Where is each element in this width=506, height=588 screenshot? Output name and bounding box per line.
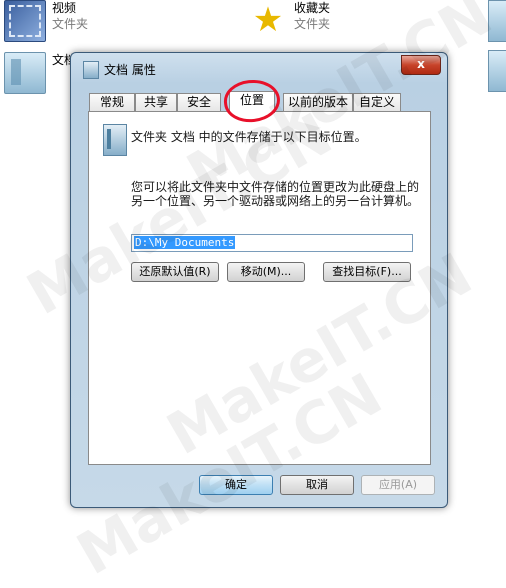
folder-icon	[83, 61, 99, 79]
title-bar[interactable]: 文档 属性 x	[71, 53, 447, 83]
tab-general[interactable]: 常规	[89, 93, 135, 111]
explorer-item-documents[interactable]: 文档	[4, 52, 76, 94]
item-type: 文件夹	[294, 17, 331, 31]
item-type: 文件夹	[52, 17, 89, 31]
tab-security[interactable]: 安全	[177, 93, 221, 111]
ok-button[interactable]: 确定	[199, 475, 273, 495]
find-target-button[interactable]: 查找目标(F)...	[323, 262, 411, 282]
apply-button[interactable]: 应用(A)	[361, 475, 435, 495]
documents-folder-icon	[4, 52, 46, 94]
item-name: 视频	[52, 1, 77, 15]
close-button[interactable]: x	[401, 55, 441, 75]
explorer-item-videos[interactable]: 视频 文件夹	[4, 0, 88, 42]
tab-sharing[interactable]: 共享	[135, 93, 177, 111]
folder-icon	[488, 0, 506, 42]
tab-customize[interactable]: 自定义	[353, 93, 401, 111]
path-input[interactable]: D:\My Documents	[131, 234, 413, 252]
star-folder-icon: ★	[252, 0, 284, 40]
cancel-button[interactable]: 取消	[280, 475, 354, 495]
folder-icon	[103, 124, 127, 156]
tab-previous-versions[interactable]: 以前的版本	[283, 93, 353, 111]
move-button[interactable]: 移动(M)...	[227, 262, 305, 282]
path-value: D:\My Documents	[134, 236, 236, 249]
location-panel: 文件夹 文档 中的文件存储于以下目标位置。 您可以将此文件夹中文件存储的位置更改…	[88, 111, 431, 465]
restore-default-button[interactable]: 还原默认值(R)	[131, 262, 219, 282]
video-folder-icon	[4, 0, 46, 42]
explorer-item-favorites[interactable]: ★ 收藏夹 文件夹	[248, 0, 330, 40]
location-info: 您可以将此文件夹中文件存储的位置更改为此硬盘上的另一个位置、另一个驱动器或网络上…	[131, 180, 420, 208]
dialog-title: 文档 属性	[104, 63, 156, 77]
location-description: 文件夹 文档 中的文件存储于以下目标位置。	[131, 130, 367, 144]
folder-icon	[488, 50, 506, 92]
item-name: 收藏夹	[294, 1, 331, 15]
